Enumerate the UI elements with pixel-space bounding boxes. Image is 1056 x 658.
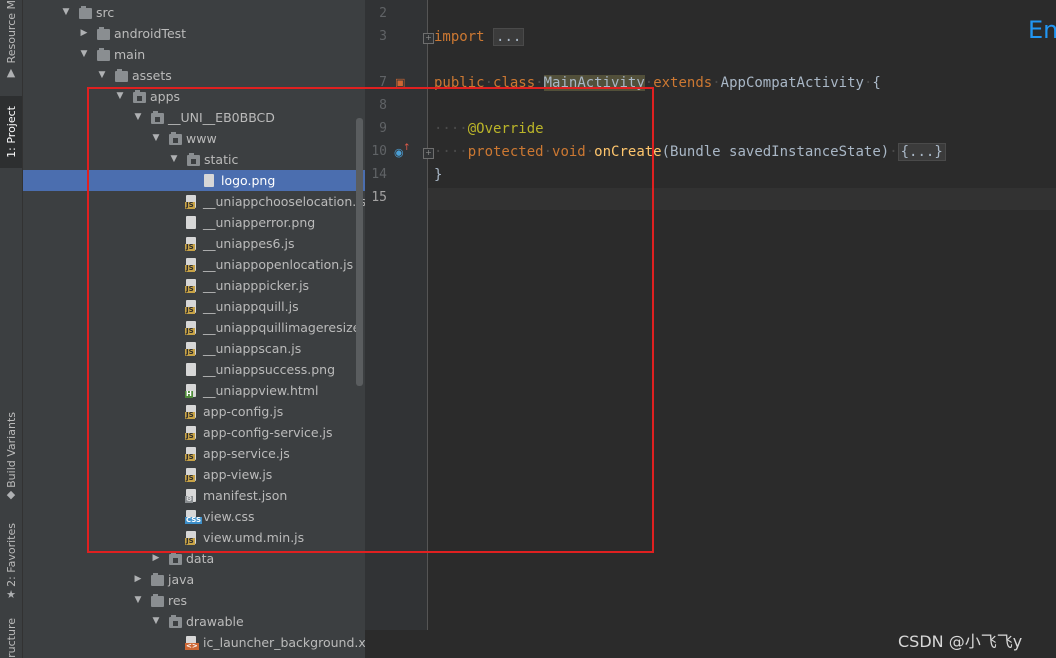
chevron-right-icon[interactable]: ▶	[133, 574, 143, 584]
tool-window-strip: Resource M ▲ 1: Project Build Variants ◆…	[0, 0, 23, 658]
folder-icon	[97, 27, 110, 40]
tab-resource-manager[interactable]: Resource M	[0, 0, 22, 64]
tab-project-label: 1: Project	[4, 106, 18, 158]
tree-item-label: main	[114, 47, 146, 62]
folder-icon	[97, 48, 110, 61]
line-number: 3	[379, 29, 387, 44]
tree-item[interactable]: ▶ androidTest	[23, 23, 365, 44]
tree-item[interactable]: ▼ assets	[23, 65, 365, 86]
star-icon: ★	[6, 588, 16, 601]
tree-item-label: res	[168, 593, 188, 608]
tree-item-label: androidTest	[114, 26, 187, 41]
tree-item-label: drawable	[186, 614, 244, 629]
tree-item-label: data	[186, 551, 215, 566]
tree-item-label: ic_launcher_background.xml	[203, 635, 365, 650]
chevron-down-icon[interactable]: ▼	[133, 595, 143, 605]
folder-icon	[79, 6, 92, 19]
tree-item[interactable]: ▼ drawable	[23, 611, 365, 632]
folder-icon	[115, 69, 128, 82]
tab-favorites-label: 2: Favorites	[4, 523, 18, 587]
tab-project[interactable]: 1: Project	[0, 96, 22, 168]
tree-item-label: java	[168, 572, 195, 587]
chevron-right-icon[interactable]: ▶	[79, 28, 89, 38]
tree-item[interactable]: ▶ java	[23, 569, 365, 590]
parent-class: AppCompatActivity	[720, 75, 864, 91]
watermark: CSDN @小飞飞y	[898, 632, 1023, 651]
build-variants-icon: ◆	[6, 488, 16, 501]
tree-item[interactable]: ▼ res	[23, 590, 365, 611]
tab-favorites[interactable]: 2: Favorites	[0, 522, 22, 588]
folder-icon	[169, 552, 182, 565]
method-params: (Bundle savedInstanceState)	[661, 144, 890, 160]
input-method-indicator: En	[1028, 16, 1056, 44]
resource-manager-icon: ▲	[6, 66, 16, 79]
line-number: 2	[379, 6, 387, 21]
tree-item-label: src	[96, 5, 115, 20]
tab-structure-label: ructure	[4, 618, 18, 658]
chevron-down-icon[interactable]: ▼	[61, 7, 71, 17]
chevron-down-icon[interactable]: ▼	[97, 70, 107, 80]
tree-item[interactable]: <> ic_launcher_background.xml	[23, 632, 365, 653]
xml-file-icon: <>	[185, 636, 199, 650]
code-line-import[interactable]: import ...	[434, 28, 525, 46]
keyword: extends	[653, 75, 713, 91]
folded-imports[interactable]: ...	[493, 28, 525, 46]
folder-icon	[151, 594, 164, 607]
tab-build-variants-label: Build Variants	[4, 412, 18, 488]
highlight-rectangle	[87, 87, 654, 553]
tree-item[interactable]: ▼ main	[23, 44, 365, 65]
chevron-right-icon[interactable]: ▶	[151, 553, 161, 563]
chevron-down-icon[interactable]: ▼	[151, 616, 161, 626]
fold-expand-icon[interactable]: +	[423, 33, 434, 44]
folder-icon	[169, 615, 182, 628]
tab-resource-manager-label: Resource M	[4, 0, 18, 64]
folder-icon	[151, 573, 164, 586]
brace: {	[872, 75, 881, 91]
tab-build-variants[interactable]: Build Variants	[0, 410, 22, 490]
keyword: import	[434, 29, 485, 45]
tab-structure[interactable]: ructure	[0, 618, 22, 658]
tree-item[interactable]: ▼ src	[23, 2, 365, 23]
tree-item-label: assets	[132, 68, 172, 83]
folded-method-body[interactable]: {...}	[897, 143, 946, 161]
chevron-down-icon[interactable]: ▼	[79, 49, 89, 59]
